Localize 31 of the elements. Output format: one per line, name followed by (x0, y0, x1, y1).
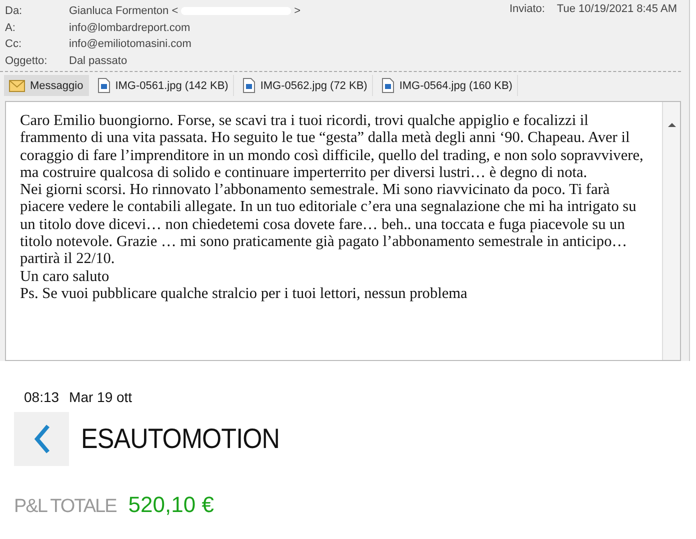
attachment-tab[interactable]: IMG-0561.jpg (142 KB) (93, 75, 234, 96)
message-paragraph: Caro Emilio buongiorno. Forse, se scavi tra i tuoi ricordi, trovi qualche appiglio e focalizzi il frammento di una vita passata. Ho seguito le tue “gesta” dalla metà degli anni ‘90. Chapeau. Aver il coraggio di fare l’imprenditore in un mondo così difficile, quello del trading, e non solo sopravvivere, ma costruire qualcosa di solido e continuare imperterrito per diversi lustri… è degno di nota. (20, 112, 644, 182)
field-value: Gianluca Formenton < (69, 5, 178, 18)
message-paragraph: Ps. Se vuoi pubblicare qualche stralcio per i tuoi lettori, nessun problema (20, 284, 468, 302)
attachment-tab[interactable]: IMG-0562.jpg (72 KB) (238, 75, 374, 96)
sent-date: Tue 10/19/2021 8:45 AM (556, 3, 677, 17)
field-label: Da: (5, 5, 24, 18)
field-label: Inviato: (509, 3, 545, 17)
envelope-icon (9, 80, 25, 92)
image-file-icon (243, 78, 256, 93)
message-paragraph: Nei giorni scorsi. Ho rinnovato l’abbonamento semestrale. Mi sono riavvicinato da poco. Ti farà piacere vedere le contabili allegate. In un tuo editoriale c’era una segnalazione che mi ha intrigato su un titolo dove dicevi… non chiedetemi cosa dovete fare… beh.. una toccata e fuga piacevole su un titolo notevole. Grazie … mi sono praticamente già pagato l’abbonamento semestrale in anticipo… partirà il 22/10. (20, 181, 638, 268)
back-button[interactable] (14, 412, 69, 466)
scrollbar[interactable] (662, 102, 680, 360)
field-value: info@emiliotomasini.com (69, 38, 192, 50)
attachment-tab[interactable]: IMG-0564.jpg (160 KB) (377, 75, 518, 96)
pl-value: 520,10 € (128, 492, 214, 518)
image-file-icon (382, 78, 394, 93)
message-paragraph: Un caro saluto (20, 268, 110, 285)
field-value: info@lombardreport.com (69, 22, 190, 34)
field-value: > (294, 5, 301, 18)
attachment-tab[interactable]: Messaggio (4, 75, 90, 96)
status-time: 08:13 (24, 389, 60, 405)
pl-label: P&L TOTALE (14, 496, 116, 518)
status-date: Mar 19 ott (69, 389, 132, 405)
chevron-left-icon (32, 423, 52, 455)
field-label: Oggetto: (5, 54, 48, 67)
image-file-icon (98, 78, 110, 93)
field-label: A: (5, 22, 16, 34)
field-label: Cc: (5, 38, 22, 50)
stock-title: ESAUTOMOTION (81, 423, 280, 455)
field-value: Dal passato (69, 54, 128, 67)
